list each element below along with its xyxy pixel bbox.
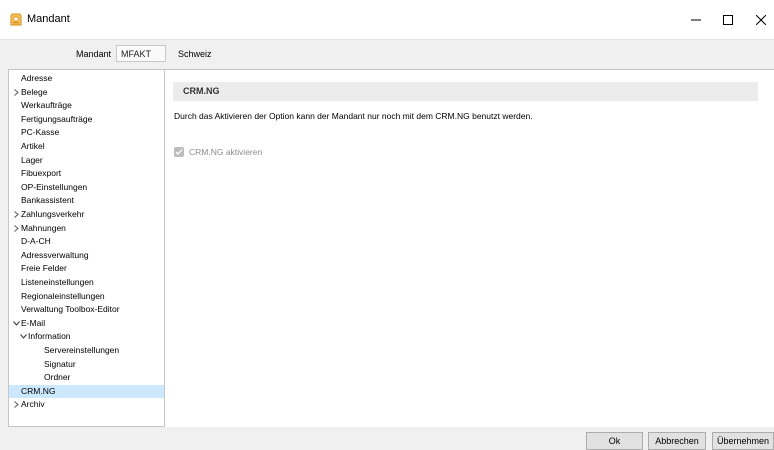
minimize-icon <box>691 19 701 21</box>
tree-item-regionaleinstellungen[interactable]: Regionaleinstellungen <box>9 290 164 303</box>
close-icon <box>756 15 766 25</box>
tree-item-signatur[interactable]: Signatur <box>9 358 164 371</box>
tree-item-label: Verwaltung Toolbox-Editor <box>21 304 120 315</box>
chevron-down-icon[interactable] <box>19 330 28 343</box>
tree-item-pc-kasse[interactable]: PC-Kasse <box>9 126 164 139</box>
chevron-right-icon[interactable] <box>12 398 21 411</box>
tree-item-information[interactable]: Information <box>9 330 164 343</box>
close-button[interactable] <box>746 8 774 32</box>
chevron-right-icon[interactable] <box>12 208 21 221</box>
tree-item-label: Ordner <box>44 372 71 383</box>
tree-item-label: Freie Felder <box>21 263 67 274</box>
mandant-label: Mandant <box>76 49 112 59</box>
tree-item-label: D-A-CH <box>21 236 51 247</box>
tree-item-adresse[interactable]: Adresse <box>9 72 164 85</box>
tree-item-werkauftr-ge[interactable]: Werkaufträge <box>9 99 164 112</box>
tree-item-label: Information <box>28 331 71 342</box>
tree-item-ordner[interactable]: Ordner <box>9 371 164 384</box>
tree-item-label: Bankassistent <box>21 195 74 206</box>
tree-item-label: Listeneinstellungen <box>21 277 94 287</box>
tree-item-lager[interactable]: Lager <box>9 154 164 167</box>
tree-item-label: E-Mail <box>21 317 46 328</box>
tree-item-label: Zahlungsverkehr <box>21 209 85 219</box>
tree-item-zahlungsverkehr[interactable]: Zahlungsverkehr <box>9 208 164 221</box>
tree-item-mahnungen[interactable]: Mahnungen <box>9 222 164 235</box>
tree-item-label: Fibuexport <box>21 168 62 179</box>
tree-item-label: Adressverwaltung <box>21 249 89 260</box>
tree-item-d-a-ch[interactable]: D-A-CH <box>9 235 164 248</box>
tree-item-label: Fertigungsaufträge <box>21 113 93 124</box>
settings-tree[interactable]: Adresse Belege Werkaufträge Fertigungsauftr… <box>8 69 165 427</box>
tree-item-label: PC-Kasse <box>21 127 60 138</box>
crm-activate-label: CRM.NG aktivieren <box>189 146 263 157</box>
apply-button[interactable]: Übernehmen <box>712 432 774 450</box>
tree-item-fibuexport[interactable]: Fibuexport <box>9 167 164 180</box>
minimize-button[interactable] <box>681 8 711 32</box>
ok-button[interactable]: Ok <box>586 432 643 450</box>
tree-item-label: OP-Einstellungen <box>21 181 88 192</box>
tree-item-listeneinstellungen[interactable]: Listeneinstellungen <box>9 276 164 289</box>
tree-item-freie-felder[interactable]: Freie Felder <box>9 262 164 275</box>
tree-item-crm-ng[interactable]: CRM.NG <box>9 384 164 398</box>
tree-item-label: Archiv <box>21 399 45 410</box>
tree-item-label: Regionaleinstellungen <box>21 290 105 301</box>
crm-checkbox-row[interactable]: CRM.NG aktivieren <box>174 146 262 157</box>
tree-item-label: Lager <box>21 154 43 165</box>
tree-item-label: CRM.NG <box>21 385 56 396</box>
cancel-button[interactable]: Abbrechen <box>648 432 706 450</box>
crm-activate-checkbox[interactable] <box>174 146 184 157</box>
chevron-right-icon[interactable] <box>12 222 21 235</box>
content-panel <box>165 69 774 427</box>
chevron-right-icon[interactable] <box>12 86 21 99</box>
tree-item-label: Belege <box>21 86 48 97</box>
app-logo-icon <box>9 12 23 27</box>
window-title: Mandant <box>27 13 70 25</box>
tree-item-op-einstellungen[interactable]: OP-Einstellungen <box>9 181 164 194</box>
chevron-down-icon[interactable] <box>12 317 21 330</box>
tree-item-fertigungsauftr-ge[interactable]: Fertigungsaufträge <box>9 113 164 126</box>
checkmark-icon <box>175 148 183 155</box>
tree-item-label: Adresse <box>21 73 53 83</box>
mandant-field[interactable]: MFAKT <box>116 45 166 62</box>
tree-item-label: Signatur <box>44 358 76 369</box>
tree-item-bankassistent[interactable]: Bankassistent <box>9 194 164 207</box>
tree-item-archiv[interactable]: Archiv <box>9 398 164 411</box>
tree-item-label: Servereinstellungen <box>44 345 120 355</box>
maximize-icon <box>723 15 733 25</box>
tree-item-label: Werkaufträge <box>21 100 72 111</box>
tree-item-servereinstellungen[interactable]: Servereinstellungen <box>9 344 164 357</box>
title-bar: Mandant <box>0 0 774 40</box>
tree-item-verwaltung-toolbox-editor[interactable]: Verwaltung Toolbox-Editor <box>9 303 164 316</box>
option-description: Durch das Aktivieren der Option kann der… <box>174 111 533 121</box>
tree-item-e-mail[interactable]: E-Mail <box>9 317 164 330</box>
tree-item-label: Artikel <box>21 141 45 151</box>
section-title: CRM.NG <box>183 86 220 96</box>
tree-item-adressverwaltung[interactable]: Adressverwaltung <box>9 249 164 262</box>
section-header <box>173 82 758 101</box>
tree-item-belege[interactable]: Belege <box>9 86 164 99</box>
tree-item-label: Mahnungen <box>21 222 66 233</box>
mandant-name: Schweiz <box>178 49 212 59</box>
tree-item-artikel[interactable]: Artikel <box>9 140 164 153</box>
maximize-button[interactable] <box>713 8 743 32</box>
